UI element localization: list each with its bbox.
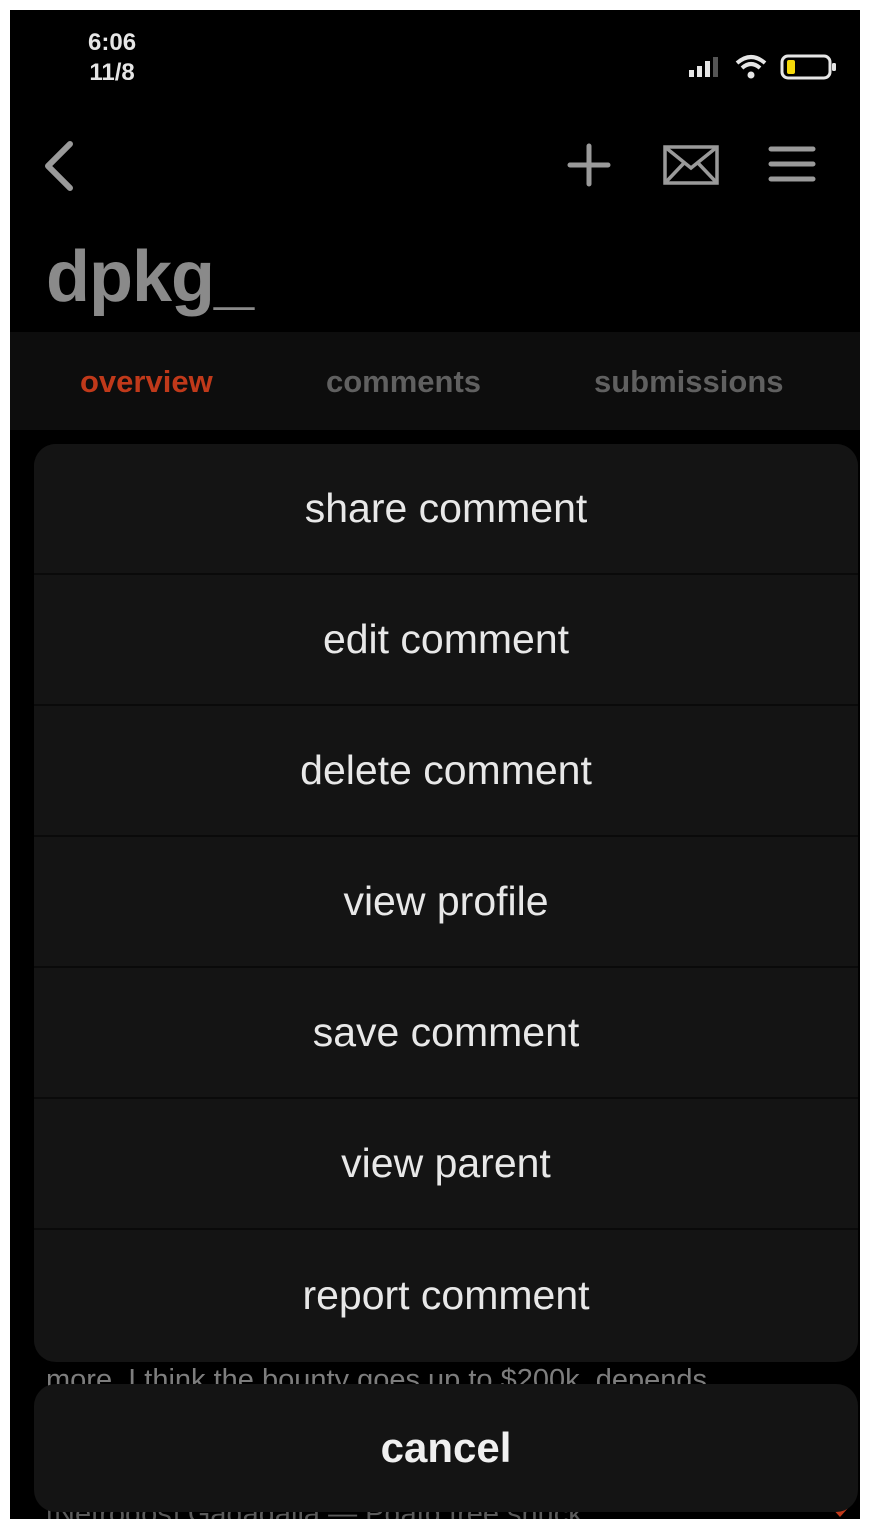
menu-icon[interactable]: [768, 144, 816, 184]
plus-icon[interactable]: [566, 142, 612, 188]
cellular-signal-icon: [689, 57, 718, 77]
back-chevron-icon[interactable]: [40, 138, 80, 194]
tab-overview[interactable]: overview: [80, 362, 213, 402]
share-comment-button[interactable]: share comment: [34, 444, 858, 575]
wifi-icon: [735, 55, 767, 79]
tab-comments[interactable]: comments: [326, 362, 481, 402]
cancel-button[interactable]: cancel: [34, 1384, 858, 1512]
status-date: 11/8: [89, 59, 135, 86]
status-clock: 6:06: [88, 29, 137, 56]
view-parent-button[interactable]: view parent: [34, 1099, 858, 1230]
report-comment-button[interactable]: report comment: [34, 1230, 858, 1361]
status-icons: [688, 52, 838, 82]
battery-icon: [780, 54, 836, 80]
tab-submissions[interactable]: submissions: [594, 362, 784, 402]
view-profile-button[interactable]: view profile: [34, 837, 858, 968]
save-comment-button[interactable]: save comment: [34, 968, 858, 1099]
delete-comment-button[interactable]: delete comment: [34, 706, 858, 837]
status-time: 6:06 11/8: [88, 28, 136, 88]
mail-icon[interactable]: [662, 144, 720, 186]
comment-action-sheet: share comment edit comment delete commen…: [34, 444, 858, 1362]
profile-username: dpkg_: [46, 237, 254, 317]
edit-comment-button[interactable]: edit comment: [34, 575, 858, 706]
profile-tab-bar: overview comments submissions: [10, 332, 860, 430]
app-screen: 6:06 11/8 dpkg_ overview comments submis…: [10, 10, 860, 1519]
